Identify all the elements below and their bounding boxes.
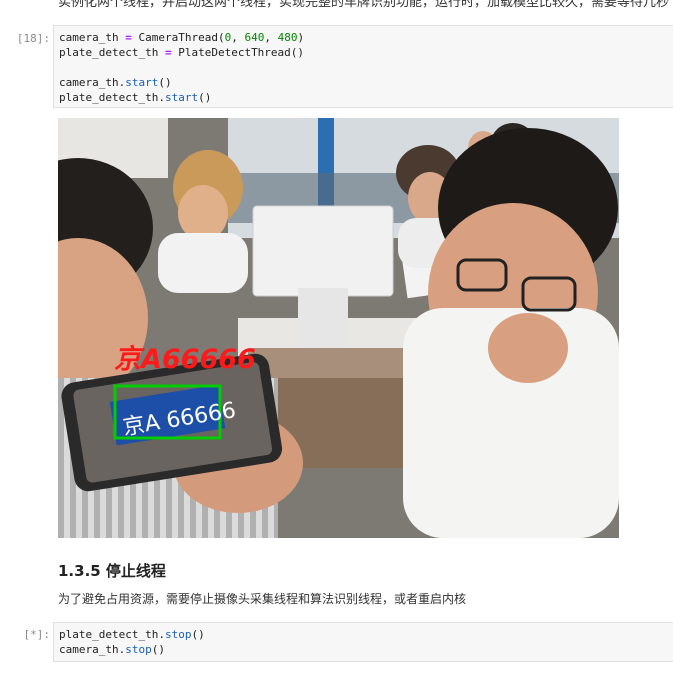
section-heading: 1.3.5 停止线程 (58, 562, 166, 580)
section-paragraph: 为了避免占用资源，需要停止摄像头采集线程和算法识别线程，或者重启内核 (58, 592, 467, 606)
code-line: plate_detect_th.start() (59, 90, 673, 105)
monitor (252, 205, 394, 297)
code-token: 480 (277, 31, 298, 44)
code-line: camera_th.stop() (59, 642, 673, 657)
code-token: () (191, 628, 205, 641)
code-token: camera_th (59, 31, 126, 44)
code-token: plate_detect_th. (59, 91, 165, 104)
code-cell-start-threads[interactable]: camera_th = CameraThread(0, 640, 480) pla… (53, 25, 673, 108)
code-token: PlateDetectThread() (171, 46, 305, 59)
code-token: start (164, 91, 199, 104)
detected-plate-label: 京A66666 (114, 344, 256, 375)
code-line: camera_th = CameraThread(0, 640, 480) (59, 30, 673, 45)
code-token: () (198, 91, 212, 104)
code-token: plate_detect_th (59, 46, 165, 59)
code-token: stop (125, 643, 152, 656)
code-token: () (158, 76, 172, 89)
cell-prompt-running: [*]: (23, 628, 51, 641)
code-token: plate_detect_th. (59, 628, 165, 641)
code-token: camera_th. (59, 76, 126, 89)
code-cell-stop-threads[interactable]: plate_detect_th.stop() camera_th.stop() (53, 622, 673, 662)
code-token: start (125, 76, 159, 89)
output-image: 京A 66666 京A66666 (58, 118, 619, 538)
code-token: camera_th. (59, 643, 126, 656)
code-token: CameraThread( (131, 31, 225, 44)
cell-prompt: [18]: (16, 32, 50, 45)
code-token: , (264, 31, 278, 44)
intro-text: 实例化两个线程，并启动这两个线程，实现完整的车牌识别功能，运行时，加载模型比较久… (58, 0, 670, 10)
code-token: () (151, 643, 165, 656)
code-line: camera_th.start() (59, 75, 673, 90)
code-token: = (125, 31, 132, 44)
code-token: stop (164, 628, 192, 641)
code-token: ) (297, 31, 305, 44)
code-line: plate_detect_th.stop() (59, 627, 673, 642)
code-token: , (231, 31, 245, 44)
code-token: 640 (244, 31, 265, 44)
code-line: plate_detect_th = PlateDetectThread() (59, 45, 673, 60)
code-token: = (164, 46, 172, 59)
